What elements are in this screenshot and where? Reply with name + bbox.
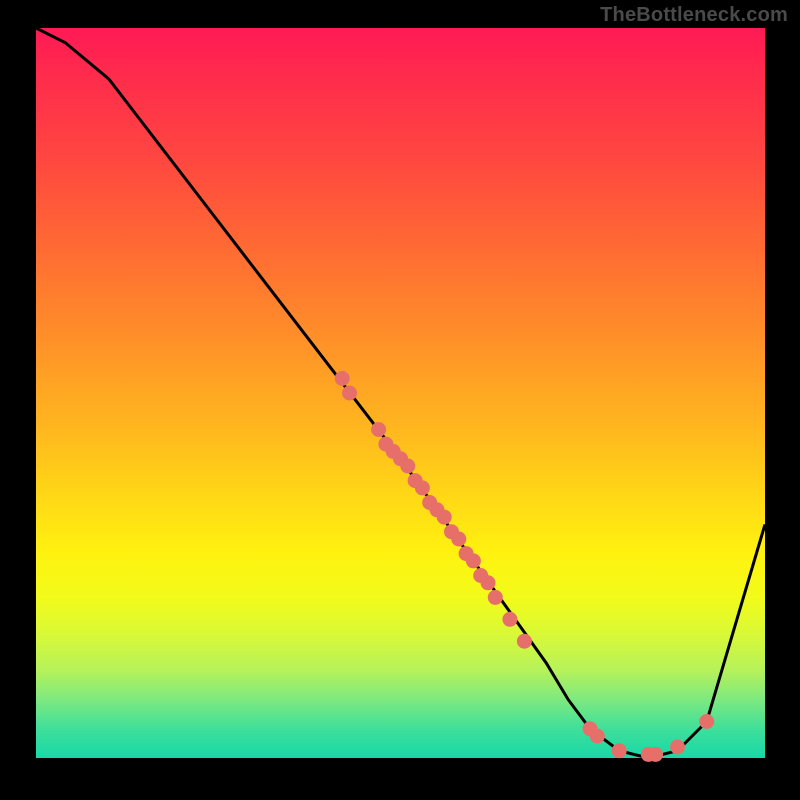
data-point [415, 481, 429, 495]
data-point [503, 612, 517, 626]
data-point [437, 510, 451, 524]
chart-stage: TheBottleneck.com [0, 0, 800, 800]
data-point [372, 423, 386, 437]
data-point [590, 729, 604, 743]
data-point [481, 576, 495, 590]
data-point [335, 371, 349, 385]
plot-area [36, 28, 765, 758]
data-point [452, 532, 466, 546]
attribution-text: TheBottleneck.com [600, 4, 788, 27]
data-point [401, 459, 415, 473]
data-point [671, 740, 685, 754]
data-point [517, 634, 531, 648]
data-point [466, 554, 480, 568]
data-point [700, 715, 714, 729]
data-point [488, 590, 502, 604]
data-point [649, 747, 663, 761]
bottleneck-curve [36, 28, 765, 758]
curve-svg [36, 28, 765, 758]
data-point [343, 386, 357, 400]
data-point [612, 744, 626, 758]
scatter-dots [335, 371, 714, 761]
